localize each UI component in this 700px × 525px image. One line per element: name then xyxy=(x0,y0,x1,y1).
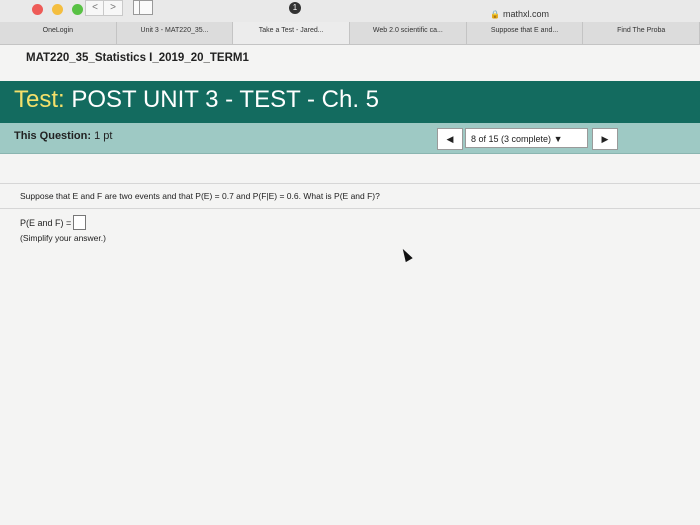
answer-row: P(E and F) = xyxy=(20,215,87,230)
prev-question-button[interactable]: ◀ xyxy=(437,128,463,150)
question-points: This Question: 1 pt xyxy=(14,130,112,142)
test-prefix: Test: xyxy=(14,86,65,113)
course-title: MAT220_35_Statistics I_2019_20_TERM1 xyxy=(26,52,249,64)
question-pager: ◀ 8 of 15 (3 complete) ▼ ▶ xyxy=(437,128,618,150)
test-header: Test: POST UNIT 3 - TEST - Ch. 5 xyxy=(0,81,700,123)
question-text: Suppose that E and F are two events and … xyxy=(20,191,380,201)
tab-onelogin[interactable]: OneLogin xyxy=(0,22,117,44)
close-window-icon[interactable] xyxy=(32,4,43,15)
tab-take-a-test[interactable]: Take a Test - Jared... xyxy=(233,22,351,44)
extension-badge-icon[interactable]: 1 xyxy=(289,2,301,14)
answer-hint: (Simplify your answer.) xyxy=(20,233,106,243)
lock-icon: 🔒 xyxy=(490,10,500,19)
next-question-button[interactable]: ▶ xyxy=(592,128,618,150)
tab-strip: OneLogin Unit 3 - MAT220_35... Take a Te… xyxy=(0,22,700,45)
page-title: Test: POST UNIT 3 - TEST - Ch. 5 xyxy=(14,86,379,114)
address-bar[interactable]: 🔒 mathxl.com xyxy=(490,9,549,19)
question-progress: 8 of 15 (3 complete) xyxy=(471,134,552,144)
tab-unit3[interactable]: Unit 3 - MAT220_35... xyxy=(117,22,234,44)
maximize-window-icon[interactable] xyxy=(72,4,83,15)
sidebar-toggle-icon[interactable] xyxy=(133,0,153,15)
browser-toolbar: < > 1 🔒 mathxl.com xyxy=(0,0,700,22)
answer-label: P(E and F) = xyxy=(20,217,72,228)
minimize-window-icon[interactable] xyxy=(52,4,63,15)
points-value: 1 pt xyxy=(94,130,113,142)
question-label: This Question: xyxy=(14,130,91,142)
tab-suppose[interactable]: Suppose that E and... xyxy=(467,22,584,44)
answer-input[interactable] xyxy=(73,215,87,230)
back-button[interactable]: < xyxy=(85,0,105,16)
question-select[interactable]: 8 of 15 (3 complete) ▼ xyxy=(465,128,588,148)
forward-button[interactable]: > xyxy=(103,0,123,16)
tab-find-probability[interactable]: Find The Proba xyxy=(583,22,700,44)
mouse-cursor-icon xyxy=(399,246,413,263)
divider xyxy=(0,208,700,209)
test-name: POST UNIT 3 - TEST - Ch. 5 xyxy=(71,86,379,113)
address-text: mathxl.com xyxy=(502,9,549,19)
question-bar: This Question: 1 pt ◀ 8 of 15 (3 complet… xyxy=(0,123,700,154)
divider xyxy=(0,183,700,184)
tab-web-calculator[interactable]: Web 2.0 scientific ca... xyxy=(350,22,467,44)
chevron-down-icon: ▼ xyxy=(553,134,563,144)
